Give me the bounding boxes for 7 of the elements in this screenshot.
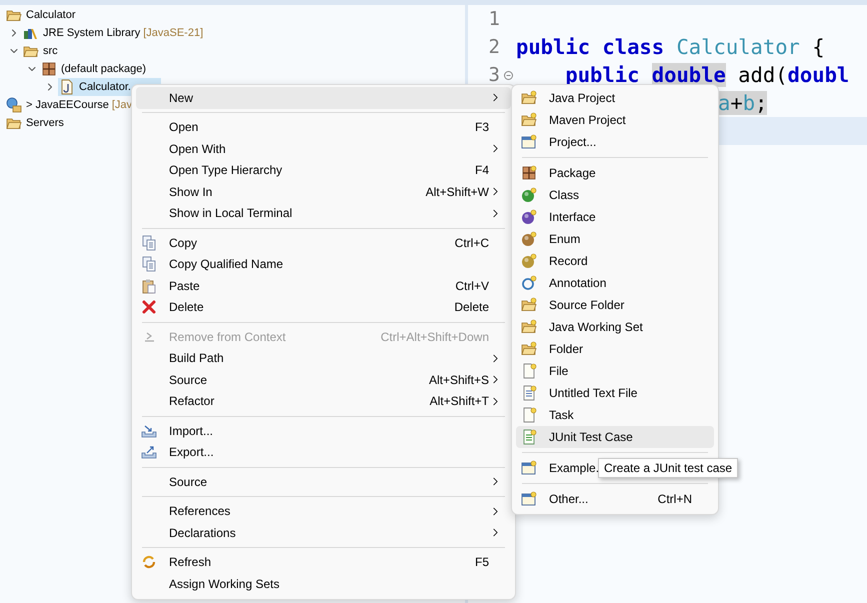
line-number: 3 [488, 63, 500, 88]
tree-item-decoration: [Jav [112, 99, 132, 111]
line-number: 2 [488, 35, 500, 60]
line-number: 1 [488, 7, 500, 32]
tooltip: Create a JUnit test case [598, 458, 738, 478]
code-line: public class Calculator { [516, 34, 825, 61]
tree-item-decoration: [JavaSE-21] [143, 27, 204, 39]
